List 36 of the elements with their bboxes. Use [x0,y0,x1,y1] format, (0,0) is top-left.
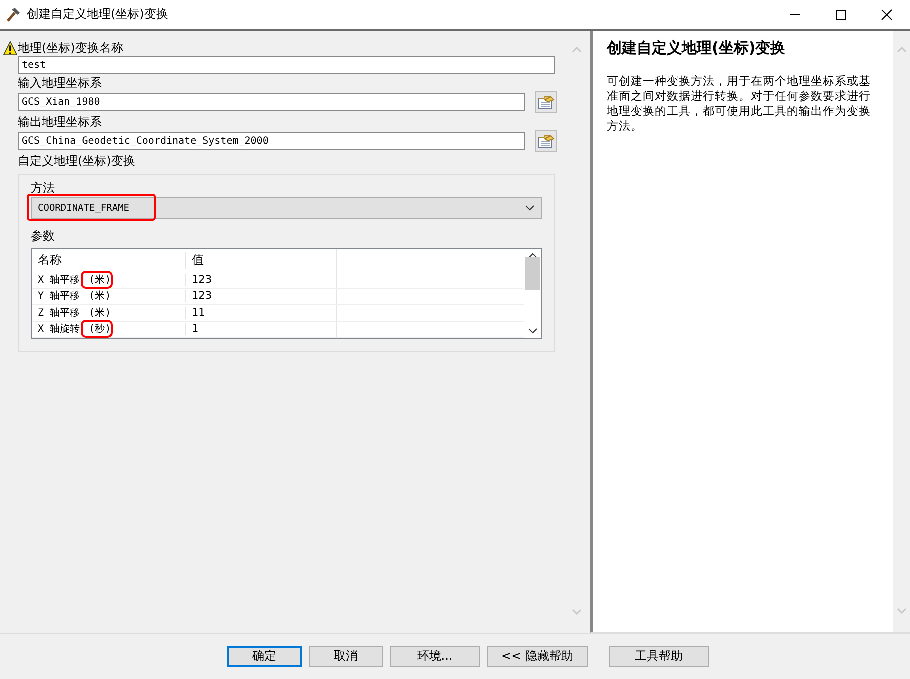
window-title: 创建自定义地理(坐标)变换 [27,6,168,23]
method-label: 方法 [31,180,56,197]
dialog-button[interactable]: 工具帮助 [609,646,709,667]
param-name: X 轴平移 (米) [32,272,185,287]
param-value[interactable]: 123 [185,290,336,302]
dialog-button[interactable]: << 隐藏帮助 [487,646,588,667]
folder-icon [537,133,555,149]
param-value[interactable]: 123 [185,274,336,286]
dropdown-caret-icon [525,205,535,211]
input-field[interactable]: GCS_China_Geodetic_Coordinate_System_2000 [18,132,525,150]
column-header[interactable]: 值 [185,252,336,270]
folder-icon [537,94,555,110]
scroll-down-icon[interactable] [528,328,538,334]
dialog-button[interactable]: 环境... [390,646,480,667]
input-field[interactable]: GCS_Xian_1980 [18,93,525,111]
param-name: Y 轴平移 (米) [37,290,112,304]
hammer-icon [5,6,21,22]
scroll-up-icon[interactable] [528,253,538,259]
input-field[interactable]: test [18,56,555,74]
help-title: 创建自定义地理(坐标)变换 [607,39,787,58]
params-label: 参数 [31,228,56,245]
help-text: 可创建一种变换方法，用于在两个地理坐标系或基准面之间对数据进行转换。对于任何参数要求进行地理变换的工具，都可使用此工具的输出作为变换方法。 [607,74,872,134]
param-value[interactable]: 1 [185,323,336,336]
warning-icon [3,41,18,56]
field-label: 输入地理坐标系 [18,76,102,91]
param-value[interactable]: 11 [185,306,336,319]
column-header[interactable]: 名称 [32,252,185,270]
field-label: 输出地理坐标系 [18,115,102,130]
dialog-button[interactable]: 确定 [227,646,302,667]
group-label: 自定义地理(坐标)变换 [18,154,136,169]
param-name: X 轴旋转 (秒) [32,322,185,336]
field-label: 地理(坐标)变换名称 [18,41,124,56]
param-name: Z 轴平移 (米) [37,306,112,320]
browse-button[interactable] [535,91,557,113]
dialog-button[interactable]: 取消 [309,646,383,667]
browse-button[interactable] [535,130,557,152]
